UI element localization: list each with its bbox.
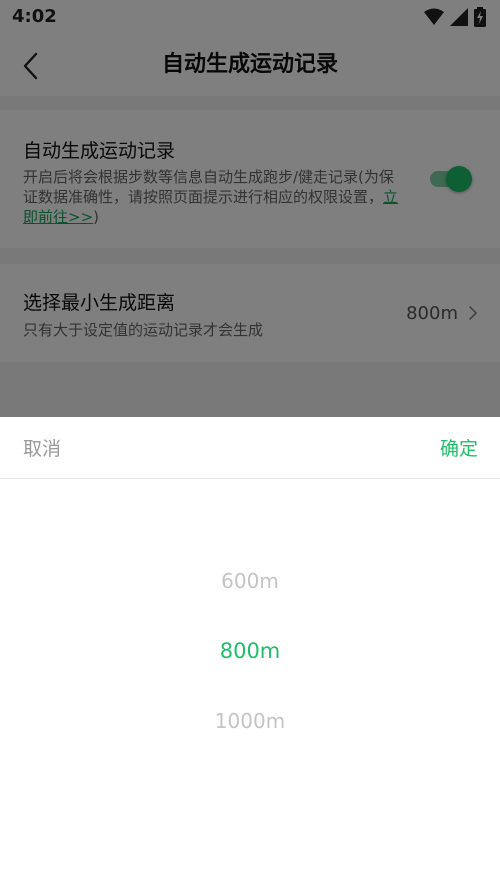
cancel-button[interactable]: 取消 — [23, 434, 61, 461]
distance-picker-sheet: 取消 确定 600m 800m 1000m — [0, 417, 500, 889]
picker-option-selected[interactable]: 800m — [0, 639, 500, 663]
confirm-button[interactable]: 确定 — [440, 434, 478, 461]
picker-option[interactable]: 600m — [0, 569, 500, 593]
modal-overlay[interactable] — [0, 0, 500, 417]
picker-option[interactable]: 1000m — [0, 709, 500, 733]
picker-header: 取消 确定 — [0, 417, 500, 479]
